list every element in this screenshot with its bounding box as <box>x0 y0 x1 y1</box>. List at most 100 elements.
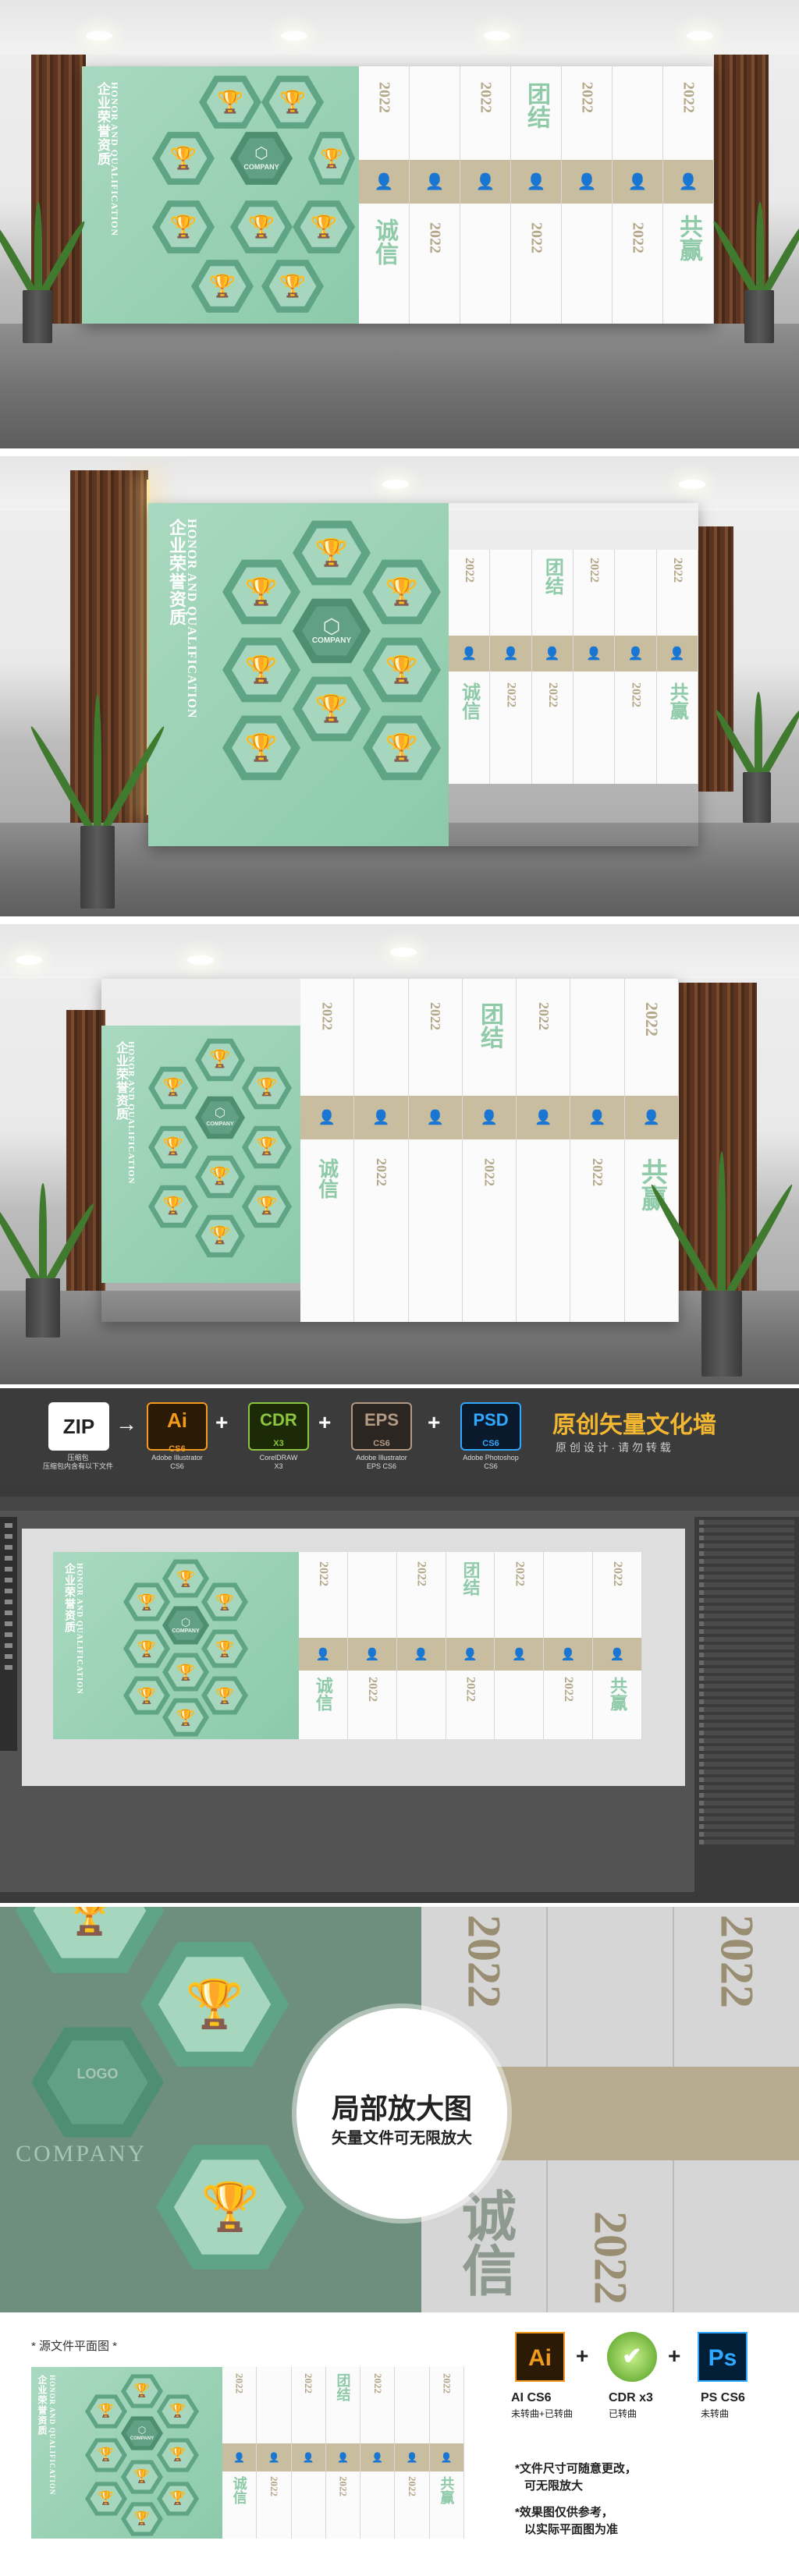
person-icon: 👤 <box>426 1109 444 1125</box>
zoom-subtitle: 矢量文件可无限放大 <box>332 2130 472 2147</box>
column: 2022 👤 <box>573 550 616 784</box>
honor-columns: 2022 👤 诚信 👤 2022 团结 👤 2022 2022 👤 👤 2022 2022 👤 共… <box>449 550 698 784</box>
company-label: COMPANY <box>206 1121 234 1127</box>
trophy-icon: 🏆 <box>208 273 236 299</box>
ai-app-icon: Ai <box>515 2332 565 2382</box>
person-icon: 👤 <box>480 1109 499 1125</box>
trophy-hex: 🏆 <box>85 2482 127 2516</box>
person-icon: 👤 <box>364 1648 380 1661</box>
tool-panel[interactable] <box>0 1517 17 1751</box>
trophy-hex: 🏆 <box>162 1559 209 1598</box>
column: 团结 👤 2022 <box>325 2367 361 2539</box>
trophy-icon: 🏆 <box>137 1686 157 1705</box>
hex-trophy-grid: 🏆 🏆 🏆 ⬡ COMPANY 🏆 🏆 🏆 🏆 🏆 🏆 <box>144 74 355 316</box>
trophy-icon: 🏆 <box>216 89 244 115</box>
trophy-hex: 🏆 <box>230 200 293 253</box>
slogan-word: 诚信 <box>313 1677 333 1711</box>
photo-band: 👤 <box>396 1638 446 1671</box>
cdr-ver: X3 <box>274 1462 283 1470</box>
ai-ver: CS6 <box>170 1462 184 1470</box>
culture-wall: 企业荣誉资质 HONOR AND QUALIFICATION 🏆 🏆 🏆 ⬡ CO… <box>148 503 698 846</box>
ai-label: Ai <box>167 1408 187 1432</box>
year-label: 2022 <box>562 1677 576 1702</box>
eps-ver: EPS CS6 <box>366 1462 397 1470</box>
trophy-icon: 🏆 <box>169 145 197 171</box>
slogan-word: 团结 <box>335 2373 351 2401</box>
trophy-icon: 🏆 <box>209 1226 231 1245</box>
trophy-icon: 🏆 <box>320 147 343 169</box>
trophy-hex: 🏆 <box>148 1185 198 1228</box>
trophy-hex: 🏆 <box>308 132 355 185</box>
person-icon: 👤 <box>318 1109 336 1125</box>
column: 2022 👤 诚信 <box>299 1552 348 1739</box>
year-label: 2022 <box>477 82 495 113</box>
person-icon: 👤 <box>233 2452 246 2463</box>
trophy-icon: 🏆 <box>209 1050 231 1069</box>
slogan-word: 共赢 <box>666 682 687 720</box>
zip-badge: ZIP <box>48 1402 109 1451</box>
year-label: 2022 <box>319 1002 336 1030</box>
hex-trophy-grid: 🏆 🏆 🏆 ⬡ COMPANY 🏆 🏆 🏆 🏆 🏆 <box>222 519 441 831</box>
column: 2022 👤 <box>562 66 613 324</box>
artboard-area[interactable]: 企业荣誉资质 HONOR AND QUALIFICATION 🏆 🏆 🏆 ⬡ CO… <box>22 1529 685 1786</box>
photo-band: 👤 <box>495 1638 544 1671</box>
ai-name: AI CS6 <box>511 2391 552 2404</box>
potted-plant <box>712 690 799 823</box>
trophy-hex: 🏆 <box>121 2502 163 2536</box>
trophy-hex: 🏆 <box>121 2460 163 2494</box>
column: 👤 2022 <box>410 66 460 324</box>
scene-3: 企业荣誉资质 HONOR AND QUALIFICATION 🏆 🏆 🏆 ⬡ CO… <box>0 924 799 1384</box>
trophy-hex: 🏆 <box>85 2438 127 2472</box>
ceiling-lamp <box>187 955 214 965</box>
menu-bar[interactable] <box>0 1486 799 1497</box>
person-icon: 👤 <box>586 647 602 661</box>
layers-panel[interactable] <box>694 1517 799 1903</box>
logo-hex-icon: ⬡ <box>215 1107 225 1121</box>
year-label: 2022 <box>375 82 393 113</box>
ceiling-lamp <box>281 31 307 41</box>
eps-sub: CS6 <box>373 1439 390 1448</box>
trophy-icon: 🏆 <box>279 89 307 115</box>
person-icon: 👤 <box>502 647 519 661</box>
trophy-icon: 🏆 <box>162 1196 184 1216</box>
column: 团结 👤 2022 <box>531 550 574 784</box>
trophy-icon: 🏆 <box>201 2180 260 2234</box>
photo-band: 👤 <box>517 1096 570 1139</box>
photo-band: 👤 <box>663 160 713 204</box>
ceiling-lamp <box>16 955 42 965</box>
potted-plant <box>0 1182 98 1338</box>
column: 2022 👤 共赢 <box>656 550 698 784</box>
zoom-detail: LOGO COMPANY 🏆 🏆 🏆 2022 诚信 2022 2022 局部放大… <box>0 1907 799 2312</box>
trophy-hex: 🏆 <box>293 520 371 586</box>
year-label: 2022 <box>590 1158 606 1186</box>
column: 团结 👤 2022 <box>511 66 562 324</box>
column: 2022 👤 <box>360 2367 396 2539</box>
trophy-hex: 🏆 <box>157 2438 199 2472</box>
column: 2022 👤 诚信 <box>449 550 491 784</box>
column: 2022 👤 诚信 <box>222 2367 257 2539</box>
ai-caption: Adobe Illustrator CS6 <box>134 1454 220 1471</box>
trophy-icon: 🏆 <box>169 2490 186 2507</box>
logo-hex-icon: ⬡ <box>180 1615 191 1628</box>
trophy-hex: 🏆 <box>363 637 441 703</box>
honor-panel: 企业荣誉资质 HONOR AND QUALIFICATION 🏆 🏆 🏆 ⬡ CO… <box>82 66 359 324</box>
zoom-company: COMPANY <box>16 2141 147 2167</box>
person-icon: 👤 <box>463 1648 478 1661</box>
person-icon: 👤 <box>577 173 597 191</box>
column: 2022 👤 <box>460 66 511 324</box>
trophy-icon: 🏆 <box>385 732 419 764</box>
year-label: 2022 <box>268 2476 280 2496</box>
year-label: 2022 <box>611 1561 625 1586</box>
ceiling-lamp <box>679 480 705 489</box>
slogan-word: 团结 <box>460 1561 481 1596</box>
person-icon: 👤 <box>512 1648 527 1661</box>
title-cn: 企业荣誉资质 <box>63 1563 75 1633</box>
person-icon: 👤 <box>440 2452 453 2463</box>
ai-app: Adobe Illustrator <box>151 1454 203 1462</box>
photo-band: 👤 <box>291 2443 325 2471</box>
control-bar[interactable] <box>0 1497 799 1511</box>
source-plan: * 源文件平面图 * 企业荣誉资质 HONOR AND QUALIFICATIO… <box>0 2312 799 2576</box>
eps-app: Adobe Illustrator <box>356 1454 407 1462</box>
psd-caption: Adobe Photoshop CS6 <box>448 1454 534 1471</box>
year-label: 2022 <box>371 2373 384 2394</box>
